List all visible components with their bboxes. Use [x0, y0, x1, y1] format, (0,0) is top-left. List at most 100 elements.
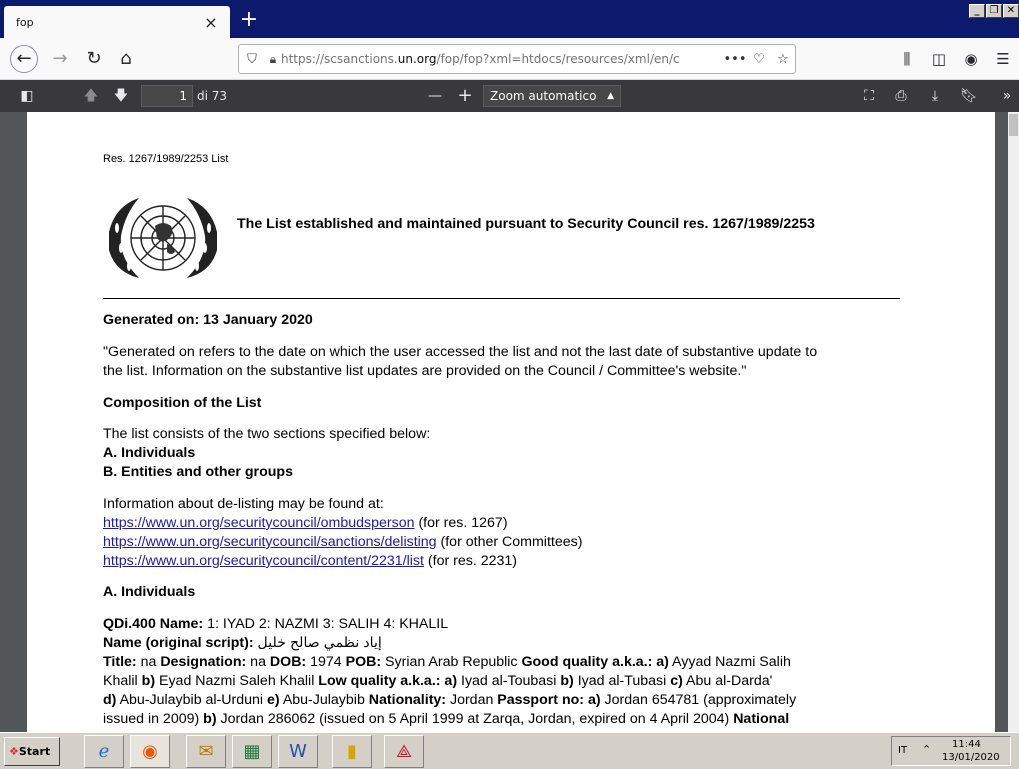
- restore-icon[interactable]: ❐: [986, 4, 1002, 18]
- menu-icon[interactable]: ☰: [987, 45, 1019, 73]
- field-label: Nationality:: [368, 692, 447, 708]
- internet-explorer-icon[interactable]: ℯ: [84, 735, 124, 768]
- language-indicator[interactable]: IT: [898, 745, 907, 756]
- field-value: Ayyad Nazmi Salih: [668, 654, 791, 670]
- page-count: di 73: [197, 89, 228, 103]
- bookmark-star-icon[interactable]: ☆: [771, 52, 795, 67]
- field-value: Eyad Nazmi Saleh Khalil: [155, 673, 319, 689]
- nav-toolbar: ← → ↻ ⌂ ⛉ 🔒︎ https://scsanctions.un.org/…: [0, 38, 1019, 80]
- field-label: d): [103, 692, 117, 708]
- forward-button[interactable]: →: [46, 45, 74, 73]
- entry-original-script-line: Name (original script): إياد نظمي صالح خ…: [103, 634, 382, 653]
- more-actions-icon[interactable]: •••: [723, 52, 747, 67]
- delisting-intro: Information about de-listing may be foun…: [103, 496, 384, 512]
- entry-details-line-1: Title: na Designation: na DOB: 1974 POB:…: [103, 653, 791, 672]
- field-label: POB:: [345, 654, 382, 670]
- field-label: Passport no: a): [497, 692, 601, 708]
- composition-heading: Composition of the List: [103, 395, 262, 411]
- link-note: (for res. 1267): [414, 515, 508, 531]
- download-icon[interactable]: ⤓: [924, 84, 946, 108]
- entry-name-line: QDi.400 Name: 1: IYAD 2: NAZMI 3: SALIH …: [103, 615, 448, 634]
- url-domain: un.org: [397, 52, 437, 66]
- previous-page-icon[interactable]: 🡅: [80, 84, 102, 108]
- list-2231-link[interactable]: https://www.un.org/securitycouncil/conte…: [103, 553, 424, 569]
- close-icon[interactable]: ×: [202, 13, 220, 32]
- toggle-sidebar-icon[interactable]: ◧: [14, 84, 40, 108]
- tools-chevron-icon[interactable]: »: [996, 84, 1018, 108]
- windows-logo-icon: ❖: [9, 745, 19, 758]
- presentation-mode-icon[interactable]: ⛶: [858, 84, 880, 108]
- back-button[interactable]: ←: [10, 45, 38, 73]
- word-icon[interactable]: W: [278, 735, 318, 768]
- pdf-page: Res. 1267/1989/2253 List The List establ…: [27, 112, 995, 732]
- zoom-select[interactable]: Zoom automatico ▲: [483, 85, 621, 107]
- outlook-icon[interactable]: ✉: [186, 735, 226, 768]
- field-label: National: [733, 711, 790, 727]
- composition-intro: The list consists of the two sections sp…: [103, 426, 431, 442]
- account-icon[interactable]: ◉: [955, 45, 987, 73]
- generated-note-line-2: the list. Information on the substantive…: [103, 363, 747, 379]
- firefox-icon[interactable]: ◉: [130, 735, 170, 768]
- field-label: Good quality a.k.a.: a): [521, 654, 669, 670]
- field-label: Designation:: [160, 654, 247, 670]
- minimize-icon[interactable]: _: [969, 4, 985, 18]
- field-value: إياد نظمي صالح خليل: [253, 635, 382, 651]
- home-button[interactable]: ⌂: [112, 45, 140, 73]
- field-label: Low quality a.k.a.: a): [318, 673, 458, 689]
- next-page-icon[interactable]: 🡇: [110, 84, 132, 108]
- url-text[interactable]: https://scsanctions.un.org/fop/fop?xml=h…: [281, 52, 723, 66]
- field-value: Jordan 286062 (issued on 5 April 1999 at…: [216, 711, 734, 727]
- screen: fop × + _ ❐ ✕ ← → ↻ ⌂ ⛉ 🔒︎ https://scsan…: [0, 0, 1019, 769]
- scrollbar-thumb[interactable]: [1009, 114, 1018, 136]
- sidebar-icon[interactable]: ◫: [923, 45, 955, 73]
- start-button[interactable]: ❖Start: [4, 737, 60, 766]
- field-value: Abu al-Darda': [682, 673, 773, 689]
- field-value: Iyad al-Toubasi: [457, 673, 561, 689]
- pdf-toolbar: ◧ 🡅 🡇 1 di 73 — + Zoom automatico ▲ ⛶ ⎙ …: [0, 80, 1019, 112]
- home-icon: ⌂: [120, 48, 132, 69]
- zoom-out-button[interactable]: —: [424, 84, 446, 108]
- pocket-icon[interactable]: ♡: [747, 52, 771, 67]
- url-rest: /fop/fop?xml=htdocs/resources/xml/en/c: [436, 52, 680, 66]
- ombudsperson-link[interactable]: https://www.un.org/securitycouncil/ombud…: [103, 515, 415, 531]
- delisting-link[interactable]: https://www.un.org/securitycouncil/sanct…: [103, 534, 437, 550]
- arrow-left-icon: ←: [16, 48, 32, 69]
- zoom-value: Zoom automatico: [490, 89, 597, 103]
- link-note: (for other Committees): [436, 534, 583, 550]
- field-label: QDi.400 Name:: [103, 616, 204, 632]
- bookmark-icon[interactable]: 🔖︎: [958, 84, 980, 108]
- url-bar[interactable]: ⛉ 🔒︎ https://scsanctions.un.org/fop/fop?…: [238, 44, 796, 74]
- tray-expand-icon[interactable]: ⌃: [922, 743, 931, 756]
- field-value: na: [246, 654, 270, 670]
- acrobat-icon[interactable]: ⟁: [384, 735, 424, 768]
- vertical-scrollbar[interactable]: [1008, 112, 1019, 732]
- field-label: e): [267, 692, 280, 708]
- reload-button[interactable]: ↻: [80, 45, 108, 73]
- field-label: Title:: [103, 654, 137, 670]
- page-number-input[interactable]: 1: [141, 85, 193, 107]
- system-tray: IT ⌃ 11:44 13/01/2020: [891, 736, 1011, 766]
- field-value: na: [136, 654, 161, 670]
- print-icon[interactable]: ⎙: [890, 84, 912, 108]
- tab-fop[interactable]: fop ×: [4, 6, 230, 38]
- window-close-icon[interactable]: ✕: [1003, 4, 1019, 18]
- field-value: Jordan 654781 (approximately: [600, 692, 797, 708]
- start-label: Start: [18, 745, 51, 758]
- entry-details-line-3: d) Abu-Julaybib al-Urduni e) Abu-Julaybi…: [103, 691, 796, 710]
- field-label: b): [203, 711, 217, 727]
- new-tab-button[interactable]: +: [236, 8, 262, 34]
- library-icon[interactable]: ⫼: [891, 45, 923, 73]
- folder-icon[interactable]: ▮: [332, 735, 372, 768]
- field-value: Abu-Julaybib: [279, 692, 369, 708]
- zoom-in-button[interactable]: +: [454, 84, 476, 108]
- link-note: (for res. 2231): [423, 553, 518, 569]
- tab-title: fop: [16, 15, 34, 29]
- lock-icon[interactable]: 🔒︎: [265, 52, 281, 67]
- excel-icon[interactable]: ▦: [232, 735, 272, 768]
- document-title: The List established and maintained purs…: [237, 216, 815, 232]
- shield-icon[interactable]: ⛉: [239, 52, 265, 67]
- url-prefix: https://scsanctions.: [281, 52, 398, 66]
- link-line-1: https://www.un.org/securitycouncil/ombud…: [103, 514, 508, 533]
- clock-time: 11:44: [952, 739, 981, 750]
- select-arrows-icon: ▲: [607, 91, 614, 101]
